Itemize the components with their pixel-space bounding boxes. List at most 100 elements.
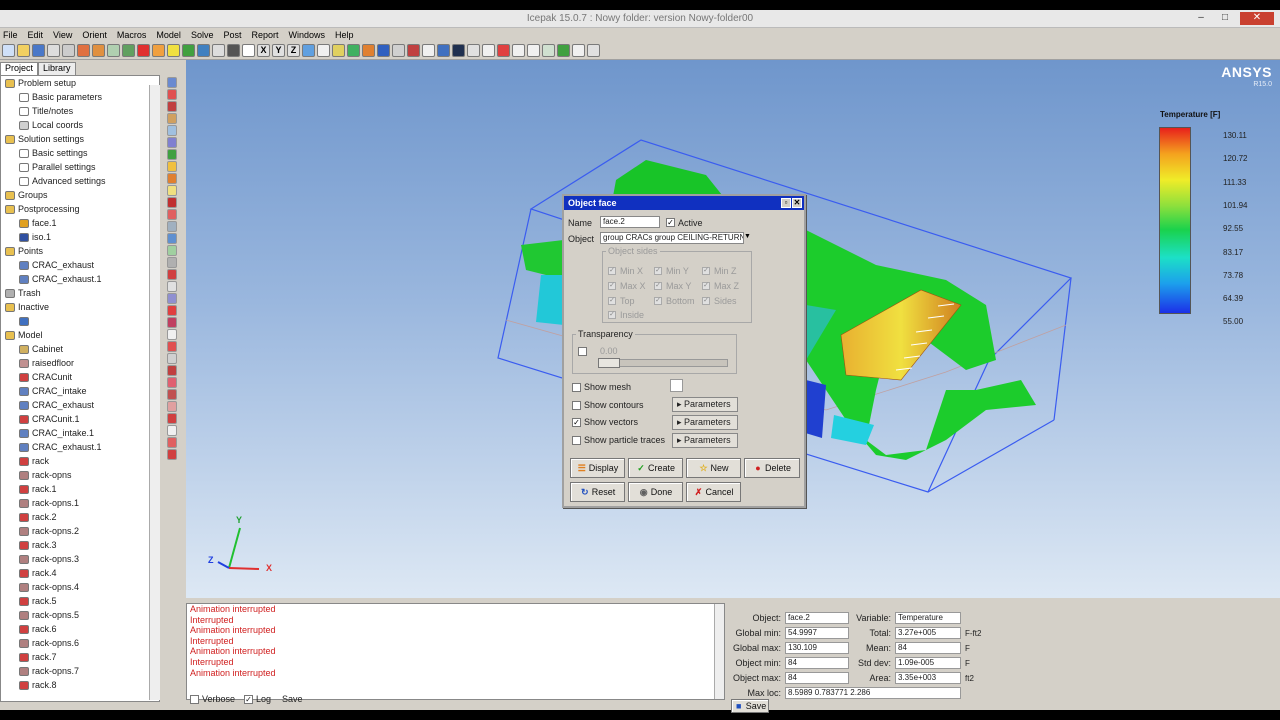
view-y-icon[interactable]: Y: [272, 44, 285, 57]
new-project-icon[interactable]: [2, 44, 15, 57]
cad-tool-icon[interactable]: [167, 377, 177, 388]
log-toggle[interactable]: ✓ Log: [244, 694, 271, 704]
tree-item[interactable]: Cabinet: [1, 342, 159, 356]
show-vectors-checkbox[interactable]: ✓: [572, 418, 581, 427]
reset-button[interactable]: ↻ Reset: [570, 482, 625, 502]
valve-tool-icon[interactable]: [167, 437, 177, 448]
plane-cut-icon[interactable]: [422, 44, 435, 57]
tree-item[interactable]: Model: [1, 328, 159, 342]
tree-item[interactable]: Parallel settings: [1, 160, 159, 174]
heat-exchanger-tool-icon[interactable]: [167, 245, 177, 256]
tree-item[interactable]: Groups: [1, 188, 159, 202]
iso-surface-icon[interactable]: [437, 44, 450, 57]
periodic-tool-icon[interactable]: [167, 257, 177, 268]
check-model-icon[interactable]: [362, 44, 375, 57]
opening-tool-icon[interactable]: [167, 149, 177, 160]
menu-view[interactable]: View: [53, 28, 72, 42]
menu-windows[interactable]: Windows: [288, 28, 325, 42]
rotate-icon[interactable]: [167, 44, 180, 57]
align-icon[interactable]: [332, 44, 345, 57]
tree-item[interactable]: rack-opns.6: [1, 636, 159, 650]
close-icon[interactable]: ✕: [1240, 12, 1274, 25]
home-view-icon[interactable]: [182, 44, 195, 57]
tree-item[interactable]: rack-opns.7: [1, 664, 159, 678]
grille-tool-icon[interactable]: [167, 161, 177, 172]
tree-item[interactable]: Points: [1, 244, 159, 258]
active-checkbox[interactable]: ✓: [666, 218, 675, 227]
solve-icon[interactable]: [377, 44, 390, 57]
dialog-title-bar[interactable]: Object face ▫ ✕: [564, 196, 804, 210]
zoom-fit-icon[interactable]: [107, 44, 120, 57]
tab-library[interactable]: Library: [38, 62, 76, 75]
resistance-tool-icon[interactable]: [167, 233, 177, 244]
tree-item[interactable]: rack: [1, 454, 159, 468]
heatsink-tool-icon[interactable]: [167, 209, 177, 220]
sides-checkbox[interactable]: ✓: [702, 297, 710, 305]
vectors-parameters-button[interactable]: ▸ Parameters: [672, 415, 738, 430]
tree-item[interactable]: CRACunit.1: [1, 412, 159, 426]
misc-tool-icon[interactable]: [167, 449, 177, 460]
tree-item[interactable]: rack.1: [1, 482, 159, 496]
vent-tool-icon[interactable]: [167, 425, 177, 436]
tree-item[interactable]: rack.7: [1, 650, 159, 664]
variation-plot-icon[interactable]: [467, 44, 480, 57]
menu-help[interactable]: Help: [335, 28, 354, 42]
pcb-tool-icon[interactable]: [167, 185, 177, 196]
source-tool-icon[interactable]: [167, 173, 177, 184]
cylinder-tool-icon[interactable]: [167, 329, 177, 340]
tree-item[interactable]: rack.6: [1, 622, 159, 636]
menu-orient[interactable]: Orient: [82, 28, 107, 42]
mesh-icon[interactable]: [347, 44, 360, 57]
tree-item[interactable]: Problem setup: [1, 76, 159, 90]
object-select[interactable]: group CRACs group CEILING-RETURNS: [600, 232, 744, 244]
tree-item[interactable]: rack-opns.3: [1, 552, 159, 566]
transparency-checkbox[interactable]: [578, 347, 587, 356]
tree-item[interactable]: CRAC_exhaust: [1, 258, 159, 272]
polygon-tool-icon[interactable]: [167, 293, 177, 304]
grid-icon[interactable]: [242, 44, 255, 57]
tree-item[interactable]: Inactive: [1, 300, 159, 314]
top-checkbox[interactable]: ✓: [608, 297, 616, 305]
save-project-icon[interactable]: [32, 44, 45, 57]
wall-tool-icon[interactable]: [167, 137, 177, 148]
measure-icon[interactable]: [137, 44, 150, 57]
assembly-tool-icon[interactable]: [167, 89, 177, 100]
view-x-icon[interactable]: X: [257, 44, 270, 57]
tree-item[interactable]: Local coords: [1, 118, 159, 132]
dialog-restore-icon[interactable]: ▫: [781, 198, 791, 208]
tree-item[interactable]: rack.4: [1, 566, 159, 580]
fan-tool-icon[interactable]: [167, 113, 177, 124]
select-icon[interactable]: [197, 44, 210, 57]
isometric-icon[interactable]: [302, 44, 315, 57]
max-z-checkbox[interactable]: ✓: [702, 282, 710, 290]
chevron-down-icon[interactable]: ▼: [744, 233, 751, 240]
tree-scrollbar[interactable]: [149, 85, 160, 700]
tree-item[interactable]: Trash: [1, 286, 159, 300]
menu-model[interactable]: Model: [156, 28, 181, 42]
verbose-toggle[interactable]: Verbose: [190, 694, 235, 704]
transparency-slider-handle[interactable]: [598, 358, 620, 368]
create-button[interactable]: ✓ Create: [628, 458, 683, 478]
blower-tool-icon[interactable]: [167, 269, 177, 280]
prism-tool-icon[interactable]: [167, 341, 177, 352]
delete-button[interactable]: ● Delete: [744, 458, 800, 478]
solid-icon[interactable]: [227, 44, 240, 57]
face-plot-icon[interactable]: [407, 44, 420, 57]
block-tool-icon[interactable]: [167, 101, 177, 112]
tree-item[interactable]: Basic parameters: [1, 90, 159, 104]
tree-item[interactable]: CRACunit: [1, 370, 159, 384]
maximize-icon[interactable]: □: [1216, 12, 1234, 25]
show-mesh-checkbox[interactable]: [572, 383, 581, 392]
options-icon[interactable]: [587, 44, 600, 57]
redo-icon[interactable]: [92, 44, 105, 57]
residuals-icon[interactable]: [392, 44, 405, 57]
cabinet-tool-icon[interactable]: [167, 77, 177, 88]
tree-item[interactable]: rack.5: [1, 594, 159, 608]
print-icon[interactable]: [47, 44, 60, 57]
stats-save-button[interactable]: ■ Save: [731, 699, 769, 713]
tree-item[interactable]: iso.1: [1, 230, 159, 244]
plate-tool-icon[interactable]: [167, 125, 177, 136]
tree-item[interactable]: [1, 314, 159, 328]
package-tool-icon[interactable]: [167, 221, 177, 232]
network-tool-icon[interactable]: [167, 281, 177, 292]
